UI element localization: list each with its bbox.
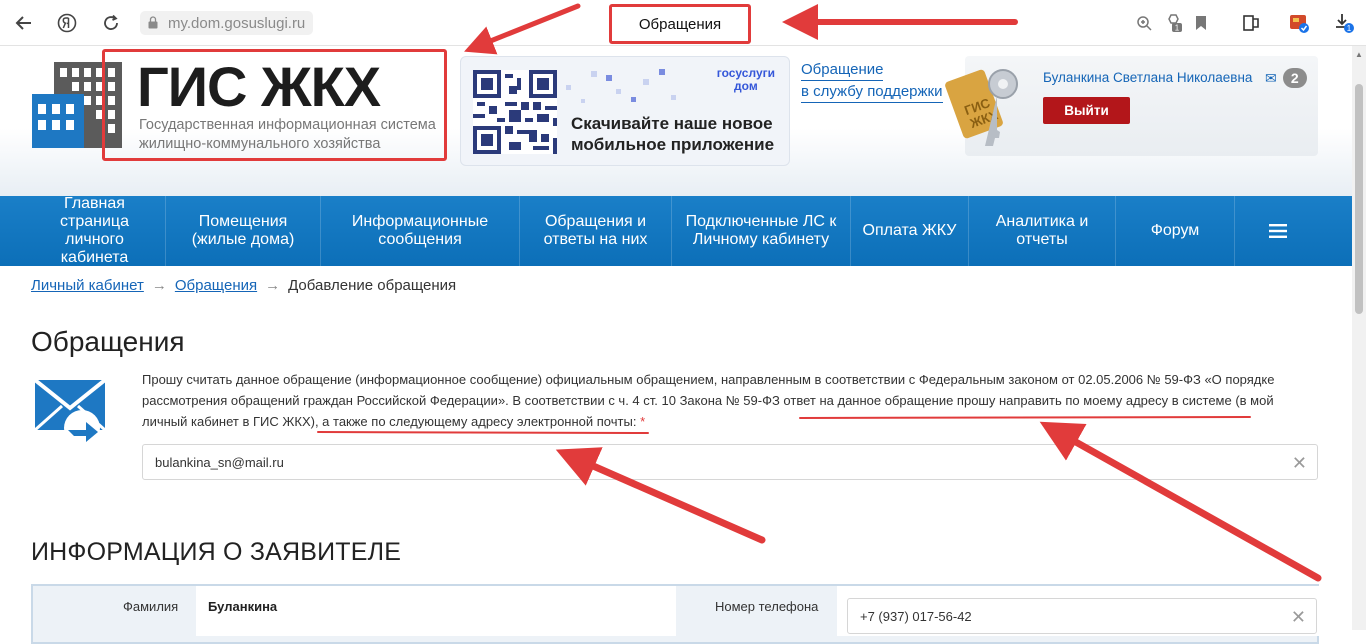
scroll-up-arrow-icon[interactable]: ▲ [1355,50,1363,59]
user-name[interactable]: Буланкина Светлана Николаевна [1043,70,1252,85]
phone-label: Номер телефона [715,599,819,614]
bookmark-icon[interactable] [1190,12,1212,34]
user-panel: ГИС ЖКХ Буланкина Светлана Николаевна ✉ … [945,56,1318,156]
decorative-dots [566,69,676,103]
logout-button[interactable]: Выйти [1043,97,1130,124]
nav-item-connected-accounts[interactable]: Подключенные ЛС к Личному кабинету [672,196,851,266]
nav-item-analytics[interactable]: Аналитика и отчеты [969,196,1116,266]
support-link-line1[interactable]: Обращение [801,59,884,81]
promo-text: Скачивайте наше новое мобильное приложен… [571,114,775,154]
address-bar[interactable]: my.dom.gosuslugi.ru [140,11,314,35]
svg-text:1: 1 [1175,24,1180,33]
applicant-info-table: Фамилия Буланкина Номер телефона +7 (937… [31,584,1319,644]
page-title-tab: Обращения [609,4,751,44]
applicant-info-heading: ИНФОРМАЦИЯ О ЗАЯВИТЕЛЕ [31,538,402,566]
envelope-forward-icon [34,378,106,446]
logo-subtitle: Государственная информационная система ж… [139,117,436,152]
svg-text:1: 1 [1347,24,1352,33]
extension-icon[interactable] [1288,12,1310,34]
phone-input[interactable]: +7 (937) 017-56-42 ✕ [847,598,1317,634]
mobile-app-promo[interactable]: госуслуги дом Скачивайте наше новое моби… [460,56,790,166]
surname-value: Буланкина [196,586,676,636]
page-title: Обращения [31,326,185,357]
nav-item-premises[interactable]: Помещения (жилые дома) [166,196,321,266]
nav-menu-button[interactable] [1235,196,1320,266]
messages-count-badge: 2 [1282,68,1307,88]
qr-code-icon [473,70,557,154]
yandex-icon[interactable] [56,12,78,34]
keys-icon: ГИС ЖКХ [945,69,1018,146]
logo-title[interactable]: ГИС ЖКХ [137,54,381,119]
breadcrumb-home-link[interactable]: Личный кабинет [31,277,144,294]
logo-annotation-box: ГИС ЖКХ Государственная информационная с… [102,49,447,161]
reload-icon[interactable] [100,12,122,34]
collections-icon[interactable] [1240,12,1262,34]
browser-toolbar: my.dom.gosuslugi.ru Обращения 1 1 [0,0,1366,46]
hamburger-menu-icon[interactable] [1268,223,1288,239]
back-arrow-icon[interactable] [13,12,35,34]
nav-item-info-messages[interactable]: Информационные сообщения [321,196,520,266]
phone-cell: +7 (937) 017-56-42 ✕ [837,586,1319,636]
annotation-underline-2 [317,431,649,434]
messages-indicator[interactable]: ✉ 2 [1265,68,1307,88]
page-scrollbar[interactable]: ▲ [1352,46,1366,630]
breadcrumb-separator: → [151,277,167,294]
protect-shield-icon[interactable]: 1 [1163,12,1185,34]
breadcrumb-appeals-link[interactable]: Обращения [175,277,257,294]
breadcrumb-separator: → [265,277,281,294]
appeal-notice-text: Прошу считать данное обращение (информац… [142,369,1322,432]
notice-body: Прошу считать данное обращение (информац… [142,372,1275,429]
clear-phone-icon[interactable]: ✕ [1291,607,1306,628]
scrollbar-thumb[interactable] [1355,84,1363,314]
nav-item-payment[interactable]: Оплата ЖКУ [851,196,969,266]
required-asterisk: * [640,414,646,429]
phone-value: +7 (937) 017-56-42 [860,608,972,624]
site-header: ГИС ЖКХ Государственная информационная с… [0,46,1352,196]
clear-email-icon[interactable]: ✕ [1292,453,1307,474]
lock-icon [148,16,158,29]
tab-title-text: Обращения [638,15,722,33]
surname-label: Фамилия [123,599,179,614]
breadcrumb: Личный кабинет → Обращения → Добавление … [31,277,456,294]
brand-line2: дом [734,79,758,93]
gosuslugi-dom-brand: госуслуги дом [717,67,775,93]
email-input[interactable]: bulankina_sn@mail.ru ✕ [142,444,1318,480]
download-icon[interactable]: 1 [1333,12,1355,34]
support-link-line2[interactable]: в службу поддержки [801,81,943,103]
url-text: my.dom.gosuslugi.ru [168,14,306,32]
zoom-icon[interactable] [1133,12,1155,34]
support-request-link[interactable]: Обращение в службу поддержки [801,59,943,103]
nav-item-forum[interactable]: Форум [1116,196,1235,266]
email-value: bulankina_sn@mail.ru [155,454,284,470]
breadcrumb-current: Добавление обращения [288,277,457,294]
nav-item-appeals[interactable]: Обращения и ответы на них [520,196,672,266]
main-navigation: Главная страница личного кабинета Помеще… [0,195,1352,266]
mail-icon[interactable]: ✉ [1265,70,1277,87]
nav-item-home[interactable]: Главная страница личного кабинета [0,195,166,266]
